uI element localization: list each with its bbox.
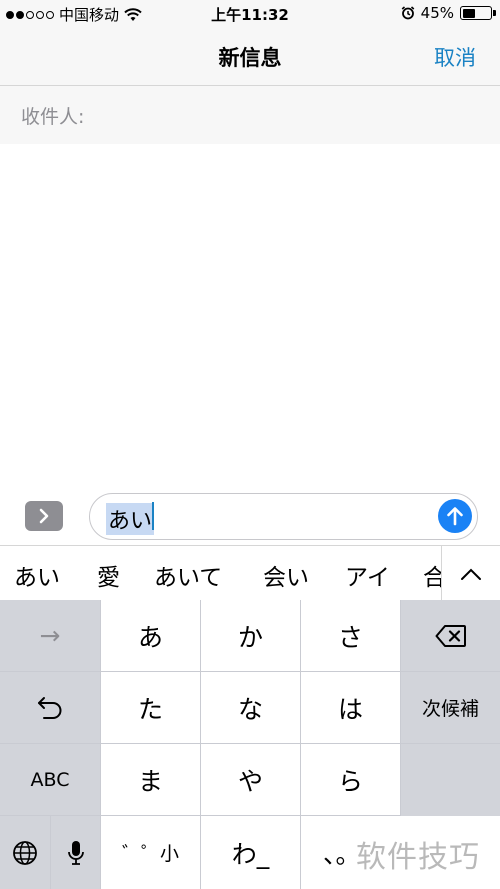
message-input-bar: あい bbox=[0, 490, 500, 545]
battery-level bbox=[462, 8, 475, 18]
key-ya[interactable]: や bbox=[201, 744, 300, 815]
send-button[interactable] bbox=[438, 499, 472, 533]
next-candidate-key[interactable]: 次候補 bbox=[401, 672, 500, 743]
message-thread-area bbox=[0, 144, 500, 490]
chevron-right-icon bbox=[39, 508, 49, 524]
key-ha[interactable]: は bbox=[301, 672, 400, 743]
key-na[interactable]: な bbox=[201, 672, 300, 743]
undo-key[interactable] bbox=[0, 672, 100, 743]
status-right: 45% bbox=[401, 4, 496, 22]
watermark-text: 软件技巧 bbox=[356, 840, 480, 875]
candidate-item[interactable]: あいて bbox=[154, 558, 222, 592]
key-a[interactable]: あ bbox=[101, 600, 200, 671]
status-bar: 中国移动 上午11:32 45% bbox=[0, 0, 500, 28]
candidate-item[interactable]: 愛 bbox=[97, 558, 120, 592]
arrow-up-icon bbox=[447, 507, 463, 526]
key-sa[interactable]: さ bbox=[301, 600, 400, 671]
globe-key[interactable] bbox=[0, 816, 50, 889]
navigation-bar: 新信息 取消 bbox=[0, 28, 500, 86]
backspace-icon bbox=[435, 624, 466, 647]
message-text-field[interactable]: あい bbox=[89, 493, 478, 540]
microphone-icon bbox=[67, 840, 84, 865]
composed-text: あい bbox=[106, 503, 155, 535]
expand-apps-button[interactable] bbox=[25, 501, 63, 531]
recipient-field[interactable]: 收件人: bbox=[0, 86, 500, 144]
key-ra[interactable]: ら bbox=[301, 744, 400, 815]
backspace-key[interactable] bbox=[401, 600, 500, 671]
expand-candidates-button[interactable] bbox=[441, 546, 500, 600]
key-arrow-right[interactable]: → bbox=[0, 600, 100, 671]
battery-percent: 45% bbox=[420, 4, 454, 22]
undo-icon bbox=[38, 696, 62, 719]
candidate-item[interactable]: 会い bbox=[263, 558, 309, 592]
dakuten-key[interactable]: ゛゜小 bbox=[101, 816, 200, 889]
recipient-label: 收件人: bbox=[21, 106, 85, 128]
dictation-key[interactable] bbox=[51, 816, 100, 889]
abc-key[interactable]: ABC bbox=[0, 744, 100, 815]
key-ta[interactable]: た bbox=[101, 672, 200, 743]
page-title: 新信息 bbox=[218, 46, 282, 70]
globe-icon bbox=[13, 840, 37, 865]
text-caret bbox=[152, 502, 154, 530]
candidate-item[interactable]: あい bbox=[14, 558, 60, 592]
chevron-up-icon bbox=[461, 568, 481, 580]
alarm-icon bbox=[401, 6, 414, 20]
candidate-item[interactable]: アイ bbox=[345, 558, 390, 592]
watermark: 软件技巧 bbox=[350, 816, 500, 889]
candidate-bar: あい 愛 あいて 会い アイ 合 bbox=[0, 545, 500, 600]
cancel-button[interactable]: 取消 bbox=[434, 42, 476, 72]
key-wa[interactable]: わ_ bbox=[201, 816, 300, 889]
battery-icon bbox=[460, 6, 496, 20]
key-ma[interactable]: ま bbox=[101, 744, 200, 815]
key-ka[interactable]: か bbox=[201, 600, 300, 671]
